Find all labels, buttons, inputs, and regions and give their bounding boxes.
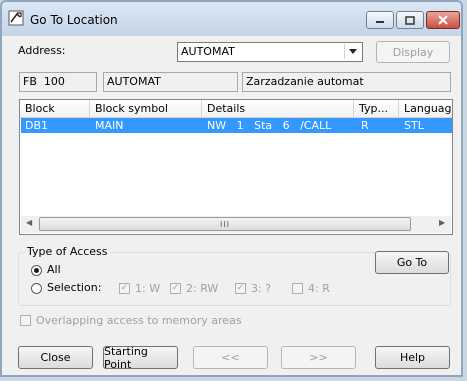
checkbox-w-label: 1: W xyxy=(135,282,161,295)
minimize-icon xyxy=(376,21,384,23)
type-of-access-title: Type of Access xyxy=(25,245,110,258)
checkbox-rw-label: 2: RW xyxy=(186,282,219,295)
scroll-right-icon[interactable]: ▶ xyxy=(439,218,445,227)
previous-button[interactable]: << xyxy=(193,346,268,369)
go-to-button[interactable]: Go To xyxy=(375,251,449,274)
table-row[interactable]: DB1 MAIN NW 1 Sta 6 /CALL R STL xyxy=(21,118,452,133)
block-name-field: AUTOMAT xyxy=(103,72,238,92)
cell-language: STL xyxy=(404,119,424,132)
address-value: AUTOMAT xyxy=(181,45,235,58)
selection-label[interactable]: Selection: xyxy=(47,281,101,294)
starting-point-button[interactable]: Starting Point xyxy=(103,345,178,371)
table-header: Block Block symbol Details Typ... Langua… xyxy=(20,100,452,118)
location-table: Block Block symbol Details Typ... Langua… xyxy=(19,99,453,235)
checkbox-unknown-label: 3: ? xyxy=(251,282,272,295)
window-title: Go To Location xyxy=(30,13,118,27)
close-button[interactable]: Close xyxy=(18,346,93,369)
all-radio[interactable] xyxy=(31,265,42,276)
next-button[interactable]: >> xyxy=(281,346,356,369)
cell-block-symbol: MAIN xyxy=(95,119,124,132)
close-icon xyxy=(438,15,448,25)
block-comment-field: Zarzadzanie automat xyxy=(242,72,451,92)
checkbox-rw[interactable]: ✓ xyxy=(170,283,181,294)
checkbox-unknown[interactable]: ✓ xyxy=(235,283,246,294)
column-header-block-symbol[interactable]: Block symbol xyxy=(90,100,202,117)
overlapping-checkbox[interactable] xyxy=(20,315,31,326)
checkbox-w[interactable]: ✓ xyxy=(119,283,130,294)
chevron-down-icon[interactable] xyxy=(344,44,361,59)
help-button[interactable]: Help xyxy=(375,346,450,369)
goto-arrow-icon xyxy=(8,10,24,26)
selection-radio[interactable] xyxy=(31,283,42,294)
address-combobox[interactable]: AUTOMAT xyxy=(177,42,363,62)
dialog-body: Address: AUTOMAT Display FB 100 AUTOMAT … xyxy=(8,36,456,373)
horizontal-scrollbar[interactable]: ◀ III ▶ xyxy=(21,216,451,233)
go-to-location-dialog: Go To Location Address: AUTOMAT Display … xyxy=(0,0,463,377)
cell-block: DB1 xyxy=(25,119,49,132)
column-header-details[interactable]: Details xyxy=(202,100,354,117)
scroll-thumb[interactable]: III xyxy=(39,217,411,231)
block-number: 100 xyxy=(43,75,65,88)
column-header-type[interactable]: Typ... xyxy=(354,100,399,117)
overlapping-label: Overlapping access to memory areas xyxy=(36,314,242,327)
block-type: FB xyxy=(23,75,37,88)
block-type-field: FB 100 xyxy=(19,72,97,92)
minimize-button[interactable] xyxy=(366,11,394,29)
address-label: Address: xyxy=(18,44,66,57)
all-label[interactable]: All xyxy=(47,263,61,276)
checkbox-r[interactable] xyxy=(292,283,303,294)
maximize-icon xyxy=(405,15,415,25)
scroll-left-icon[interactable]: ◀ xyxy=(26,218,32,227)
column-header-block[interactable]: Block xyxy=(20,100,90,117)
cell-type: R xyxy=(361,119,369,132)
display-button[interactable]: Display xyxy=(376,41,450,63)
title-bar[interactable]: Go To Location xyxy=(2,2,461,36)
maximize-button[interactable] xyxy=(396,11,424,29)
cell-details: NW 1 Sta 6 /CALL xyxy=(207,119,332,132)
close-window-button[interactable] xyxy=(426,11,460,29)
column-header-language[interactable]: Language xyxy=(399,100,452,117)
checkbox-r-label: 4: R xyxy=(308,282,330,295)
